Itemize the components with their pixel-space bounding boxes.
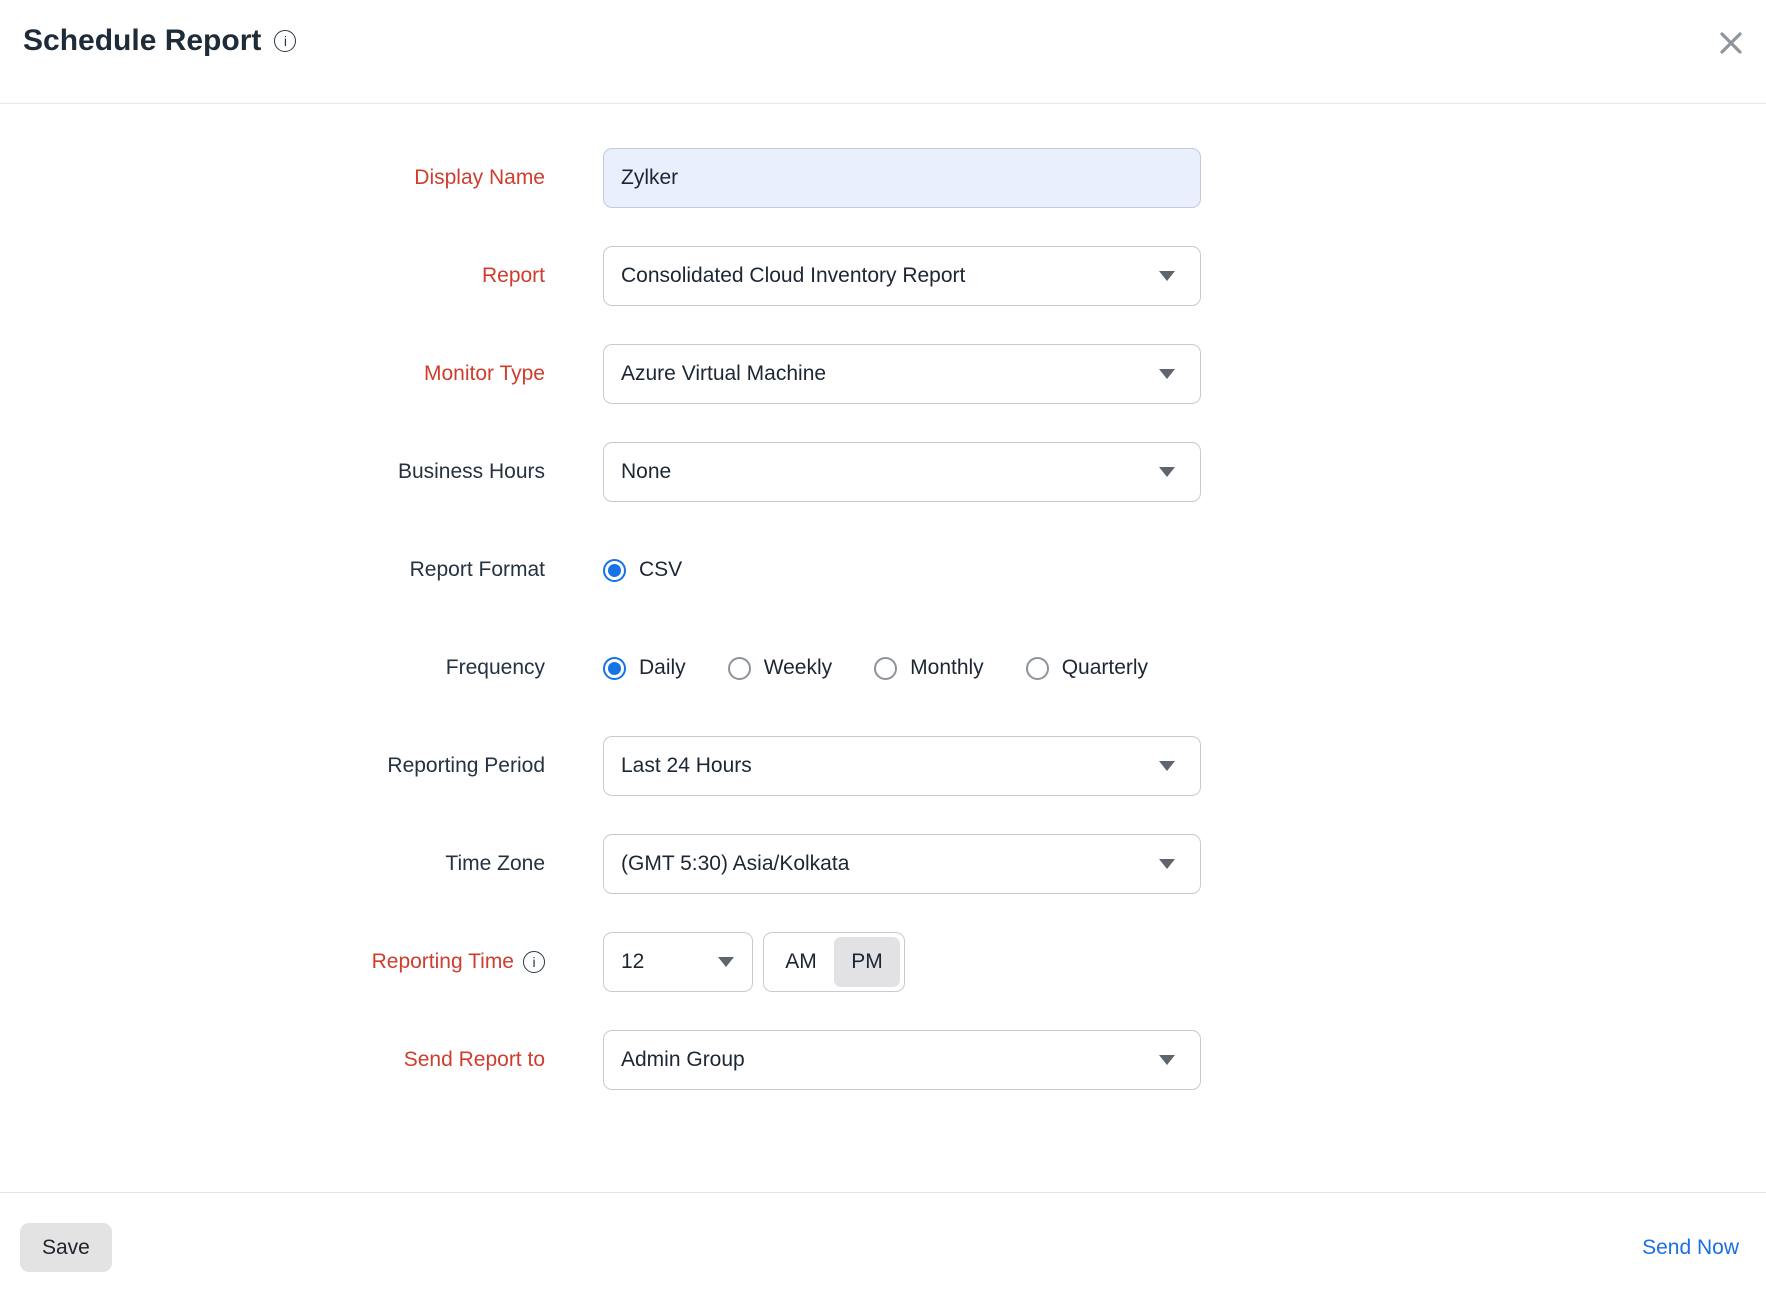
close-icon[interactable] <box>1715 27 1747 59</box>
save-button[interactable]: Save <box>20 1223 112 1272</box>
field-row-time-zone: Time Zone (GMT 5:30) Asia/Kolkata <box>0 834 1766 894</box>
radio-option-daily[interactable]: Daily <box>603 656 686 680</box>
monitor-type-select-value: Azure Virtual Machine <box>621 362 1159 386</box>
reporting-period-label: Reporting Period <box>0 754 545 778</box>
monitor-type-label: Monitor Type <box>0 362 545 386</box>
business-hours-select-value: None <box>621 460 1159 484</box>
meridiem-am-button[interactable]: AM <box>768 937 834 987</box>
field-row-report-format: Report Format CSV <box>0 540 1766 600</box>
reporting-period-select-value: Last 24 Hours <box>621 754 1159 778</box>
frequency-radio-group: Daily Weekly Monthly Quarterly <box>603 656 1148 680</box>
meridiem-toggle: AM PM <box>763 932 905 992</box>
display-name-input[interactable] <box>603 148 1201 208</box>
schedule-report-dialog: Schedule Report i Display Name Report <box>0 0 1766 1310</box>
field-row-monitor-type: Monitor Type Azure Virtual Machine <box>0 344 1766 404</box>
report-format-label: Report Format <box>0 558 545 582</box>
meridiem-pm-button[interactable]: PM <box>834 937 900 987</box>
report-select[interactable]: Consolidated Cloud Inventory Report <box>603 246 1201 306</box>
field-row-frequency: Frequency Daily Weekly Monthly <box>0 638 1766 698</box>
field-row-send-report-to: Send Report to Admin Group <box>0 1030 1766 1090</box>
chevron-down-icon <box>1159 467 1175 477</box>
reporting-hour-select[interactable]: 12 <box>603 932 753 992</box>
field-row-reporting-period: Reporting Period Last 24 Hours <box>0 736 1766 796</box>
send-report-to-select-value: Admin Group <box>621 1048 1159 1072</box>
report-format-radio-group: CSV <box>603 558 682 582</box>
reporting-period-select[interactable]: Last 24 Hours <box>603 736 1201 796</box>
reporting-hour-value: 12 <box>621 950 718 974</box>
page-title: Schedule Report i <box>23 24 296 58</box>
frequency-label: Frequency <box>0 656 545 680</box>
radio-option-quarterly[interactable]: Quarterly <box>1026 656 1148 680</box>
time-zone-label: Time Zone <box>0 852 545 876</box>
chevron-down-icon <box>1159 859 1175 869</box>
send-report-to-select[interactable]: Admin Group <box>603 1030 1201 1090</box>
time-zone-select-value: (GMT 5:30) Asia/Kolkata <box>621 852 1159 876</box>
business-hours-select[interactable]: None <box>603 442 1201 502</box>
chevron-down-icon <box>1159 761 1175 771</box>
schedule-report-form: Display Name Report Consolidated Cloud I… <box>0 104 1766 1192</box>
dialog-header: Schedule Report i <box>0 0 1766 104</box>
radio-unselected-icon <box>874 657 897 680</box>
send-now-link[interactable]: Send Now <box>1642 1223 1739 1272</box>
time-zone-select[interactable]: (GMT 5:30) Asia/Kolkata <box>603 834 1201 894</box>
chevron-down-icon <box>1159 369 1175 379</box>
field-row-report: Report Consolidated Cloud Inventory Repo… <box>0 246 1766 306</box>
report-select-value: Consolidated Cloud Inventory Report <box>621 264 1159 288</box>
radio-unselected-icon <box>728 657 751 680</box>
radio-selected-icon <box>603 559 626 582</box>
close-x-glyph <box>1717 29 1745 57</box>
send-report-to-label: Send Report to <box>0 1048 545 1072</box>
chevron-down-icon <box>1159 1055 1175 1065</box>
page-title-text: Schedule Report <box>23 24 261 58</box>
field-row-reporting-time: Reporting Time i 12 AM PM <box>0 932 1766 992</box>
dialog-footer: Save Send Now <box>0 1192 1766 1310</box>
reporting-time-label: Reporting Time i <box>0 950 545 974</box>
chevron-down-icon <box>1159 271 1175 281</box>
field-row-business-hours: Business Hours None <box>0 442 1766 502</box>
chevron-down-icon <box>718 957 734 967</box>
info-icon[interactable]: i <box>523 951 545 973</box>
report-label: Report <box>0 264 545 288</box>
radio-option-csv[interactable]: CSV <box>603 558 682 582</box>
radio-option-monthly[interactable]: Monthly <box>874 656 984 680</box>
radio-option-weekly[interactable]: Weekly <box>728 656 832 680</box>
display-name-label: Display Name <box>0 166 545 190</box>
business-hours-label: Business Hours <box>0 460 545 484</box>
field-row-display-name: Display Name <box>0 148 1766 208</box>
info-icon[interactable]: i <box>274 30 296 52</box>
monitor-type-select[interactable]: Azure Virtual Machine <box>603 344 1201 404</box>
radio-unselected-icon <box>1026 657 1049 680</box>
radio-selected-icon <box>603 657 626 680</box>
